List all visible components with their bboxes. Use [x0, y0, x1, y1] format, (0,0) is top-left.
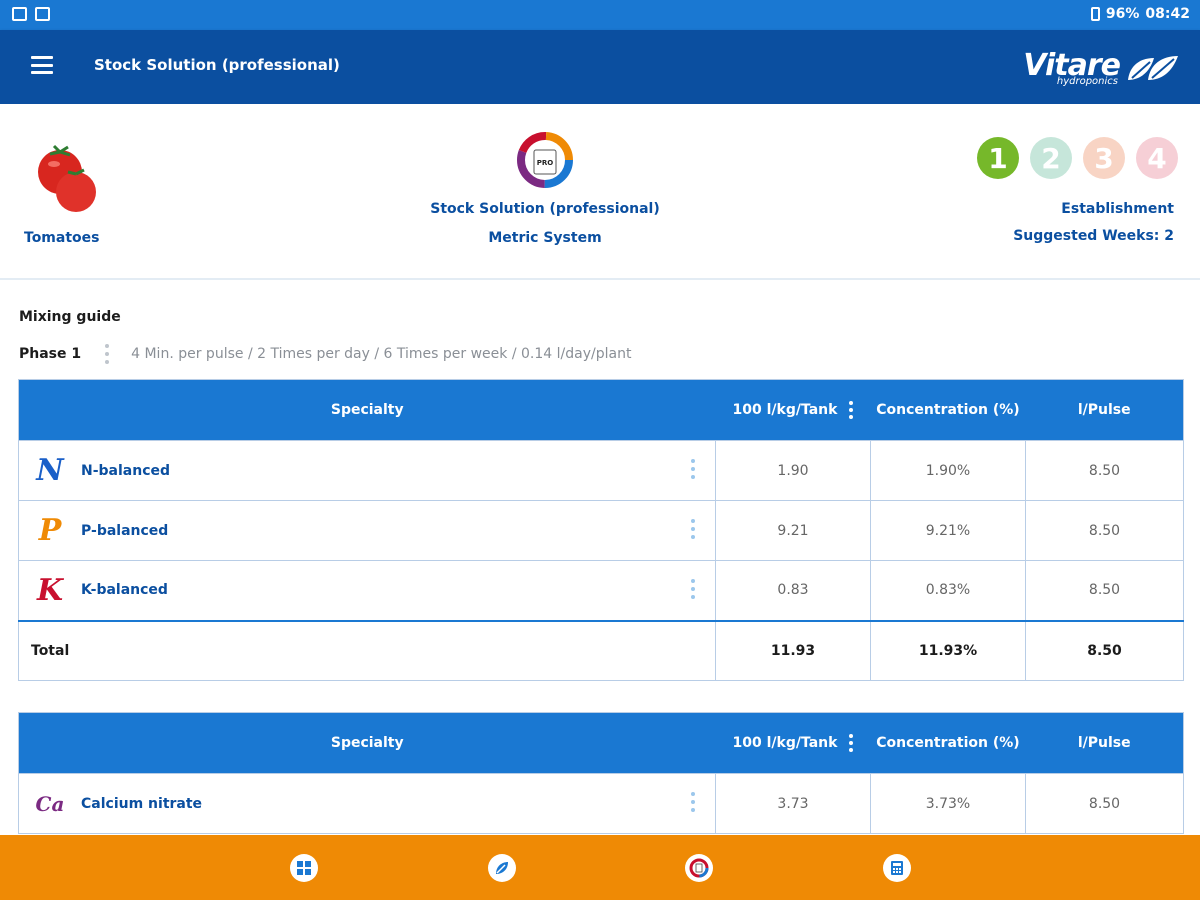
phase-info: Phase 1 4 Min. per pulse / 2 Times per d…	[19, 343, 631, 365]
mode-title: Stock Solution (professional)	[430, 201, 660, 217]
total-label: Total	[18, 619, 716, 681]
specialty-cell: N N-balanced	[18, 440, 716, 501]
row-options-icon[interactable]	[691, 792, 695, 812]
calculator-icon[interactable]	[883, 854, 911, 882]
bottom-nav	[0, 835, 1200, 900]
mode-icon-text: PRO	[537, 159, 554, 167]
mode-icon[interactable]	[685, 854, 713, 882]
concentration-value: 0.83%	[870, 560, 1026, 621]
sim-icon	[35, 7, 50, 21]
phase-button-3[interactable]: 3	[1083, 137, 1125, 179]
tank-value: 9.21	[715, 500, 871, 561]
section-title: Mixing guide	[19, 309, 121, 325]
crop-label: Tomatoes	[24, 230, 100, 246]
pulse-value: 8.50	[1025, 773, 1184, 834]
header-tank: 100 l/kg/Tank	[715, 379, 871, 441]
fertilizer-letter: K	[36, 572, 64, 608]
fertilizer-letter: P	[38, 513, 62, 548]
pulse-value: 8.50	[1025, 560, 1184, 621]
leaf-icon[interactable]	[488, 854, 516, 882]
specialty-name[interactable]: P-balanced	[81, 523, 168, 539]
total-pulse: 8.50	[1025, 619, 1184, 681]
brand-logo: Vitare hydroponics	[1008, 48, 1180, 88]
specialty-cell: Ca Calcium nitrate	[18, 773, 716, 834]
status-bar: 96% 08:42	[0, 0, 1200, 30]
fertilizer-icon: Ca	[31, 784, 69, 824]
vibrate-icon	[1090, 7, 1100, 21]
tomato-icon[interactable]	[20, 142, 110, 222]
phase-label: Phase 1	[19, 346, 82, 362]
phase-description: 4 Min. per pulse / 2 Times per day / 6 T…	[131, 346, 632, 362]
row-options-icon[interactable]	[691, 519, 695, 539]
tank-unit-menu-icon[interactable]	[849, 401, 854, 419]
specialty-cell: P P-balanced	[18, 500, 716, 561]
leaf-logo-icon	[1128, 56, 1178, 80]
crop-summary: Tomatoes PRO Stock Solution (professiona…	[0, 104, 1200, 280]
pulse-value: 8.50	[1025, 500, 1184, 561]
table-row: N N-balanced 1.90 1.90% 8.50	[18, 440, 1184, 501]
tank-unit-menu-icon[interactable]	[849, 734, 854, 752]
specialty-name[interactable]: Calcium nitrate	[81, 796, 202, 812]
row-options-icon[interactable]	[691, 459, 695, 479]
total-concentration: 11.93%	[870, 619, 1026, 681]
concentration-value: 9.21%	[870, 500, 1026, 561]
phase-options-icon[interactable]	[105, 344, 110, 364]
app-bar: Stock Solution (professional) Vitare hyd…	[0, 30, 1200, 104]
fertilizer-icon: N	[31, 451, 69, 491]
dashboard-icon[interactable]	[290, 854, 318, 882]
gallery-icon	[12, 7, 27, 21]
fertilizer-icon: P	[31, 511, 69, 551]
specialty-cell: K K-balanced	[18, 560, 716, 621]
total-tank: 11.93	[715, 619, 871, 681]
tank-value: 3.73	[715, 773, 871, 834]
mixing-table-2: Specialty 100 l/kg/Tank Concentration (%…	[18, 712, 1184, 834]
fertilizer-letter: N	[36, 453, 64, 488]
table-row: P P-balanced 9.21 9.21% 8.50	[18, 500, 1184, 561]
suggested-weeks: Suggested Weeks: 2	[1013, 228, 1174, 244]
header-concentration: Concentration (%)	[870, 379, 1026, 441]
phase-button-4[interactable]: 4	[1136, 137, 1178, 179]
clock: 08:42	[1145, 6, 1190, 22]
row-options-icon[interactable]	[691, 579, 695, 599]
fertilizer-letter: Ca	[35, 791, 65, 816]
table-row: Ca Calcium nitrate 3.73 3.73% 8.50	[18, 773, 1184, 834]
stock-solution-pro-icon: PRO	[517, 132, 573, 188]
pulse-value: 8.50	[1025, 440, 1184, 501]
header-concentration: Concentration (%)	[870, 712, 1026, 774]
header-pulse: l/Pulse	[1025, 379, 1184, 441]
tank-value: 1.90	[715, 440, 871, 501]
stage-name: Establishment	[1061, 201, 1174, 217]
header-specialty: Specialty	[18, 379, 716, 441]
header-pulse: l/Pulse	[1025, 712, 1184, 774]
header-tank: 100 l/kg/Tank	[715, 712, 871, 774]
mixing-table-1: Specialty 100 l/kg/Tank Concentration (%…	[18, 379, 1184, 681]
tank-value: 0.83	[715, 560, 871, 621]
table-row: K K-balanced 0.83 0.83% 8.50	[18, 560, 1184, 621]
page-title: Stock Solution (professional)	[94, 56, 340, 74]
total-row: Total 11.93 11.93% 8.50	[18, 619, 1184, 681]
phase-button-2[interactable]: 2	[1030, 137, 1072, 179]
phase-button-1[interactable]: 1	[977, 137, 1019, 179]
battery-level: 96%	[1105, 6, 1140, 22]
unit-system: Metric System	[488, 230, 602, 246]
specialty-name[interactable]: K-balanced	[81, 582, 168, 598]
fertilizer-icon: K	[31, 570, 69, 610]
menu-icon[interactable]	[31, 56, 53, 74]
concentration-value: 1.90%	[870, 440, 1026, 501]
phase-selector: 1234	[977, 137, 1178, 179]
header-specialty: Specialty	[18, 712, 716, 774]
concentration-value: 3.73%	[870, 773, 1026, 834]
specialty-name[interactable]: N-balanced	[81, 463, 170, 479]
